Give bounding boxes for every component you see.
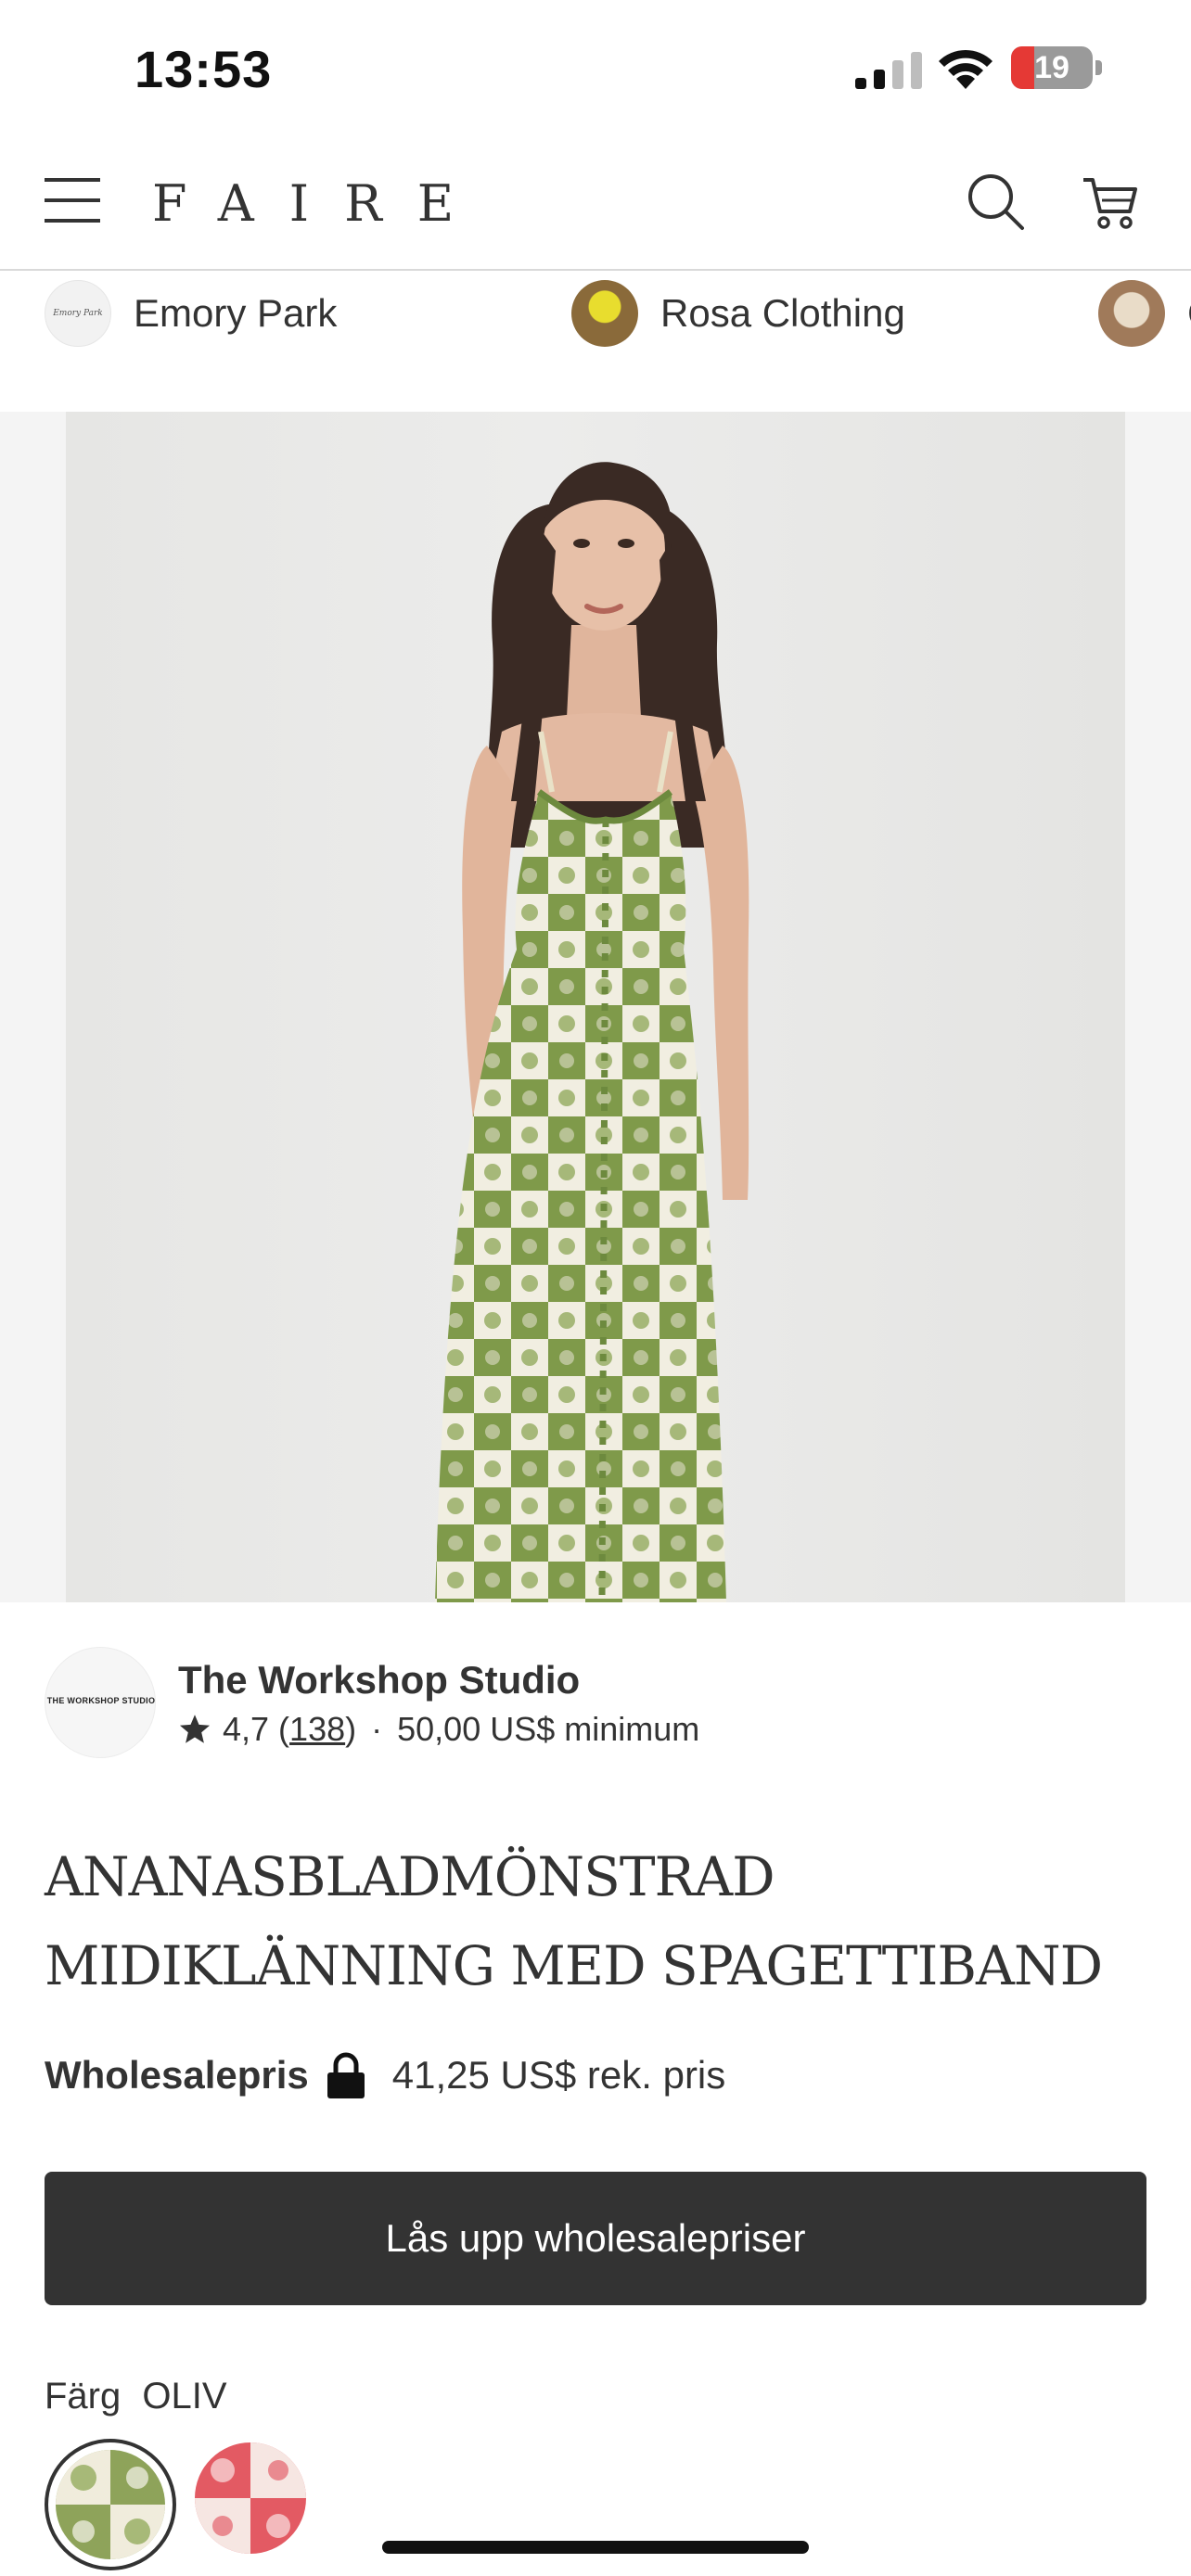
shop-logo-text: THE WORKSHOP STUDIO — [46, 1696, 156, 1705]
product-photo[interactable] — [66, 412, 1125, 1602]
status-time: 13:53 — [134, 40, 273, 98]
brand-item-partial[interactable]: C — [1098, 280, 1191, 347]
brand-avatar: Emory Park — [45, 280, 111, 347]
brand-avatar — [1098, 280, 1165, 347]
brand-name: C — [1187, 291, 1191, 336]
brand-carousel[interactable]: Emory Park Emory Park Rosa Clothing C — [0, 273, 1191, 375]
status-bar: 13:53 19 — [0, 0, 1191, 139]
unlock-wholesale-prices-button[interactable]: Lås upp wholesalepriser — [45, 2172, 1146, 2305]
brand-avatar-logo: Emory Park — [53, 309, 103, 318]
color-selected-value: OLIV — [142, 2376, 227, 2417]
product-title: ANANASBLADMÖNSTRAD MIDIKLÄNNING MED SPAG… — [45, 1845, 1103, 1997]
faire-logo[interactable]: FAIRE — [152, 174, 489, 233]
top-nav-header: FAIRE — [0, 139, 1191, 271]
brand-name: Rosa Clothing — [660, 291, 905, 335]
color-label-row: Färg OLIV — [45, 2376, 227, 2417]
home-indicator[interactable] — [382, 2541, 809, 2554]
product-photo-illustration — [435, 462, 749, 1602]
review-count-open-paren: ( — [269, 1710, 290, 1748]
battery-charging-icon: 19 — [1011, 46, 1102, 89]
color-swatch-red[interactable] — [191, 2439, 323, 2570]
shop-minimum: 50,00 US$ minimum — [397, 1710, 700, 1748]
signal-icon — [855, 52, 922, 89]
star-icon — [179, 1715, 211, 1743]
meta-separator: · — [371, 1710, 383, 1748]
product-image-gallery[interactable] — [0, 412, 1191, 1602]
lock-icon — [327, 2052, 365, 2098]
brand-avatar — [571, 280, 638, 347]
swatch-pattern — [195, 2442, 306, 2554]
retail-price: 41,25 US$ rek. pris — [391, 2053, 726, 2097]
price-row: Wholesalepris 41,25 US$ rek. pris — [45, 2047, 725, 2103]
wholesale-price-label: Wholesalepris — [45, 2053, 309, 2097]
brand-name: Emory Park — [134, 291, 338, 335]
color-label: Färg — [45, 2376, 122, 2417]
hamburger-menu-icon[interactable] — [45, 178, 100, 224]
swatch-pattern — [56, 2450, 165, 2559]
brand-item-rosa-clothing[interactable]: Rosa Clothing — [571, 280, 905, 347]
color-swatch-oliv[interactable] — [45, 2439, 176, 2570]
review-count-close-paren: ) — [345, 1710, 357, 1748]
shop-logo[interactable]: THE WORKSHOP STUDIO — [45, 1647, 156, 1758]
shop-info[interactable]: THE WORKSHOP STUDIO The Workshop Studio … — [45, 1647, 1148, 1762]
brand-item-emory-park[interactable]: Emory Park Emory Park — [45, 280, 337, 347]
wifi-icon — [939, 49, 992, 89]
search-icon[interactable] — [965, 171, 1026, 232]
shop-meta: 4,7 ( 138 ) · 50,00 US$ minimum — [178, 1710, 699, 1749]
cart-icon[interactable] — [1080, 171, 1141, 232]
shop-name[interactable]: The Workshop Studio — [178, 1658, 580, 1702]
review-count-link[interactable]: 138 — [289, 1710, 345, 1749]
battery-level: 19 — [1034, 50, 1069, 85]
shop-rating: 4,7 — [223, 1710, 270, 1748]
